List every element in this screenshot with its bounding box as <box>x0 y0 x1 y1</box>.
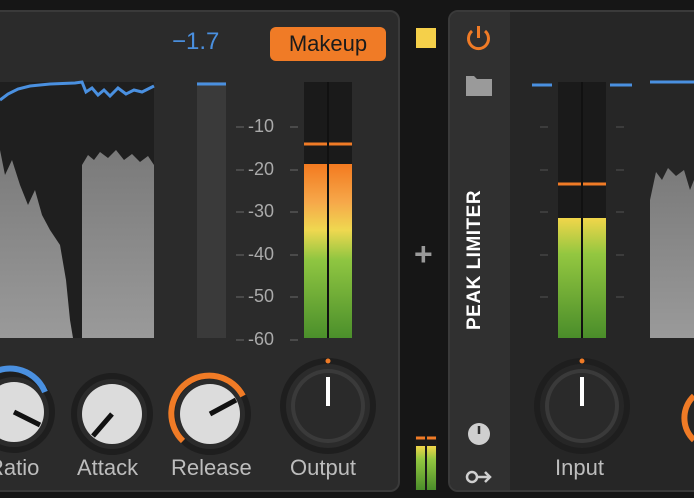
partial-knob-orange <box>681 393 694 443</box>
release-knob[interactable] <box>168 372 251 455</box>
power-icon[interactable] <box>467 26 490 51</box>
output-knob[interactable] <box>280 358 376 454</box>
device-title: PEAK LIMITER <box>464 189 485 330</box>
add-device-button[interactable]: + <box>414 236 433 273</box>
attack-knob[interactable] <box>71 373 153 455</box>
device-graphics <box>0 26 694 490</box>
ratio-knob[interactable] <box>0 365 55 453</box>
gain-reduction-meter <box>197 82 226 338</box>
release-label: Release <box>171 455 252 480</box>
clock-icon[interactable] <box>468 423 490 445</box>
waveform-right <box>82 150 154 338</box>
routing-icon[interactable] <box>465 470 492 484</box>
scale-label: -20 <box>248 159 275 179</box>
waveform-display <box>0 80 155 338</box>
input-knob[interactable] <box>534 358 630 454</box>
chain-meter <box>415 436 437 490</box>
scale-label: -50 <box>248 286 275 306</box>
scale-label: -40 <box>248 244 275 264</box>
output-label: Output <box>290 455 357 480</box>
scale-label: -30 <box>248 201 275 221</box>
gain-reduction-readout: −1.7 <box>172 28 220 55</box>
attack-label: Attack <box>77 455 139 480</box>
ratio-label: Ratio <box>0 455 40 480</box>
output-meter <box>304 82 352 338</box>
scale-label: -10 <box>248 116 275 136</box>
folder-icon[interactable] <box>466 76 492 96</box>
input-label: Input <box>555 455 604 480</box>
makeup-button[interactable]: Makeup <box>270 27 386 61</box>
device-color-indicator[interactable] <box>416 28 436 48</box>
limiter-waveform <box>650 168 694 338</box>
scale-label: -60 <box>248 329 275 349</box>
